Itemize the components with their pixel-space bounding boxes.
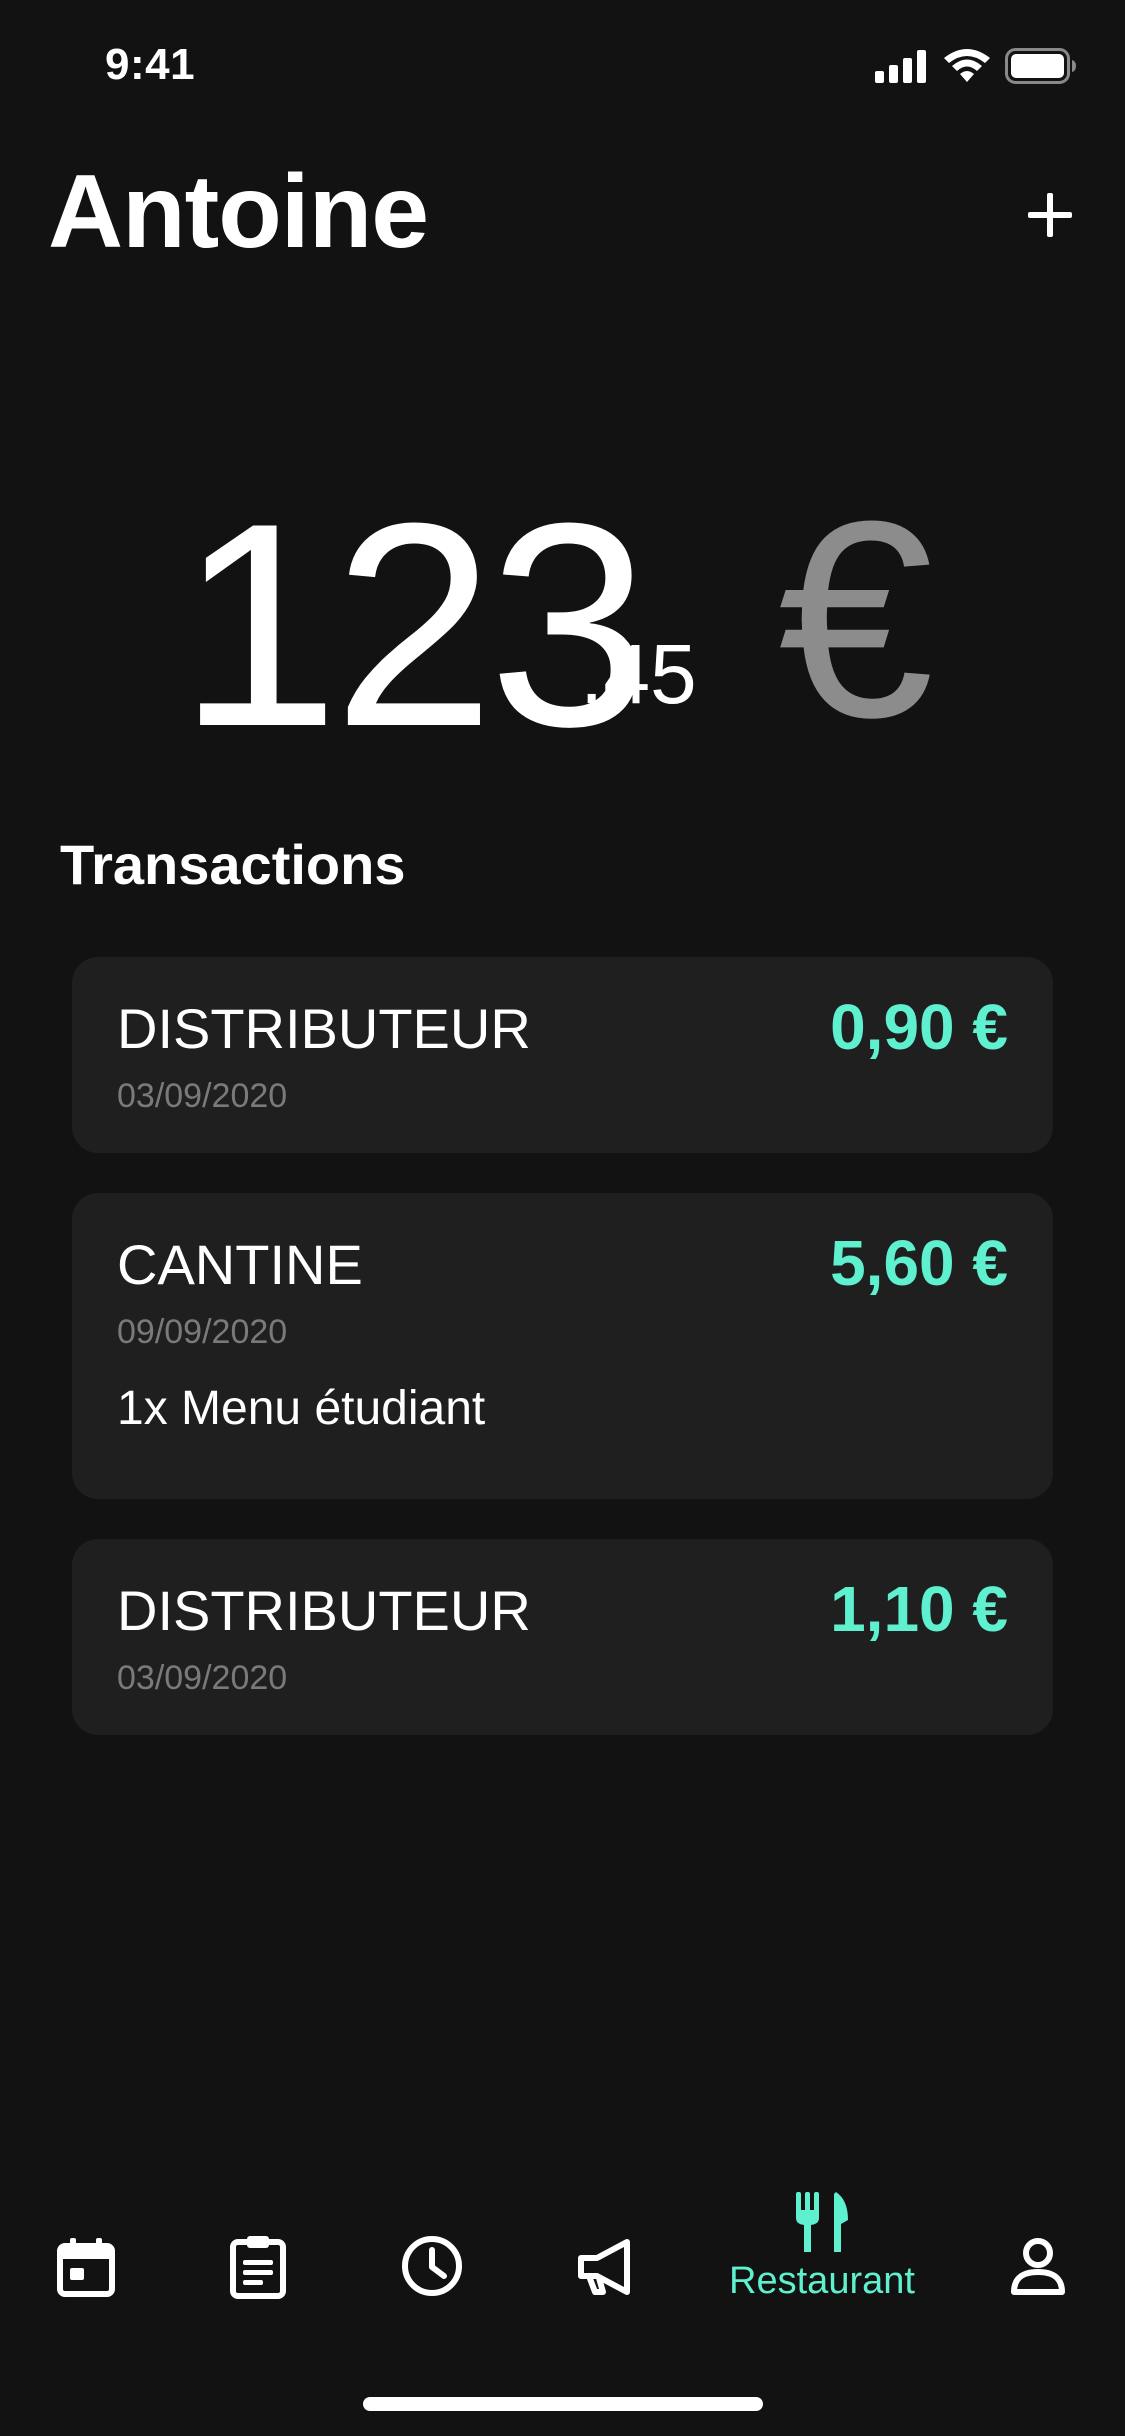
transactions-list: DISTRIBUTEUR 03/09/2020 0,90 € CANTINE 0…: [72, 957, 1053, 1775]
transaction-detail: 1x Menu étudiant: [117, 1382, 486, 1435]
wifi-icon: [944, 49, 990, 82]
status-bar: 9:41: [0, 0, 1125, 132]
transaction-amount: 5,60 €: [830, 1227, 1008, 1299]
add-button[interactable]: [1015, 180, 1085, 250]
restaurant-icon: [796, 2192, 848, 2252]
plus-icon: [1028, 193, 1072, 237]
page-title: Antoine: [48, 154, 429, 270]
transaction-amount: 0,90 €: [830, 991, 1008, 1063]
transaction-date: 03/09/2020: [117, 1659, 288, 1697]
transaction-card[interactable]: DISTRIBUTEUR 03/09/2020 1,10 €: [72, 1539, 1053, 1735]
transaction-date: 09/09/2020: [117, 1313, 288, 1351]
balance-decimal: .45: [580, 627, 697, 721]
profile-icon: [1011, 2238, 1065, 2295]
nav-item-profile[interactable]: [1010, 2236, 1066, 2296]
nav-item-history[interactable]: [400, 2234, 464, 2298]
megaphone-icon: [578, 2239, 630, 2295]
balance-currency: €: [778, 464, 934, 776]
signal-icon: [875, 50, 926, 83]
transaction-card[interactable]: DISTRIBUTEUR 03/09/2020 0,90 €: [72, 957, 1053, 1153]
nav-item-calendar[interactable]: [56, 2236, 116, 2298]
balance-integer: 123: [178, 463, 650, 787]
nav-label-restaurant: Restaurant: [729, 2260, 915, 2302]
clock-icon: [402, 2236, 462, 2296]
status-icons: [875, 48, 1077, 84]
transaction-card[interactable]: CANTINE 09/09/2020 1x Menu étudiant 5,60…: [72, 1193, 1053, 1499]
bottom-nav: Restaurant: [0, 2190, 1125, 2350]
transaction-amount: 1,10 €: [830, 1573, 1008, 1645]
status-time: 9:41: [105, 40, 196, 89]
nav-item-announcements[interactable]: [575, 2236, 637, 2298]
transaction-date: 03/09/2020: [117, 1077, 288, 1115]
calendar-icon: [57, 2238, 115, 2297]
home-indicator[interactable]: [363, 2397, 763, 2411]
battery-icon: [1005, 48, 1076, 84]
nav-item-clipboard[interactable]: [229, 2234, 287, 2300]
transactions-title: Transactions: [60, 833, 406, 896]
nav-item-restaurant[interactable]: Restaurant: [722, 2190, 922, 2303]
balance: 123 .45 €: [0, 480, 1125, 770]
clipboard-icon: [230, 2236, 286, 2299]
